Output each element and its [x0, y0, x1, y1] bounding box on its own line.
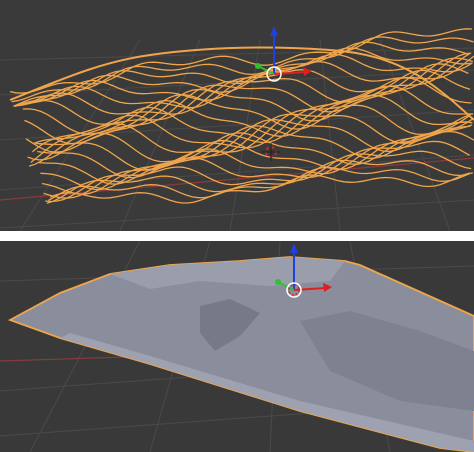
viewport-top-canvas[interactable]: [0, 0, 474, 231]
gizmo-y-handle-icon[interactable]: [255, 63, 261, 69]
viewport-bottom-canvas[interactable]: [0, 241, 474, 452]
viewport-top[interactable]: [0, 0, 474, 231]
viewport-separator: [0, 231, 474, 241]
viewport-bottom[interactable]: [0, 241, 474, 452]
gizmo-y-handle-icon[interactable]: [275, 279, 281, 285]
